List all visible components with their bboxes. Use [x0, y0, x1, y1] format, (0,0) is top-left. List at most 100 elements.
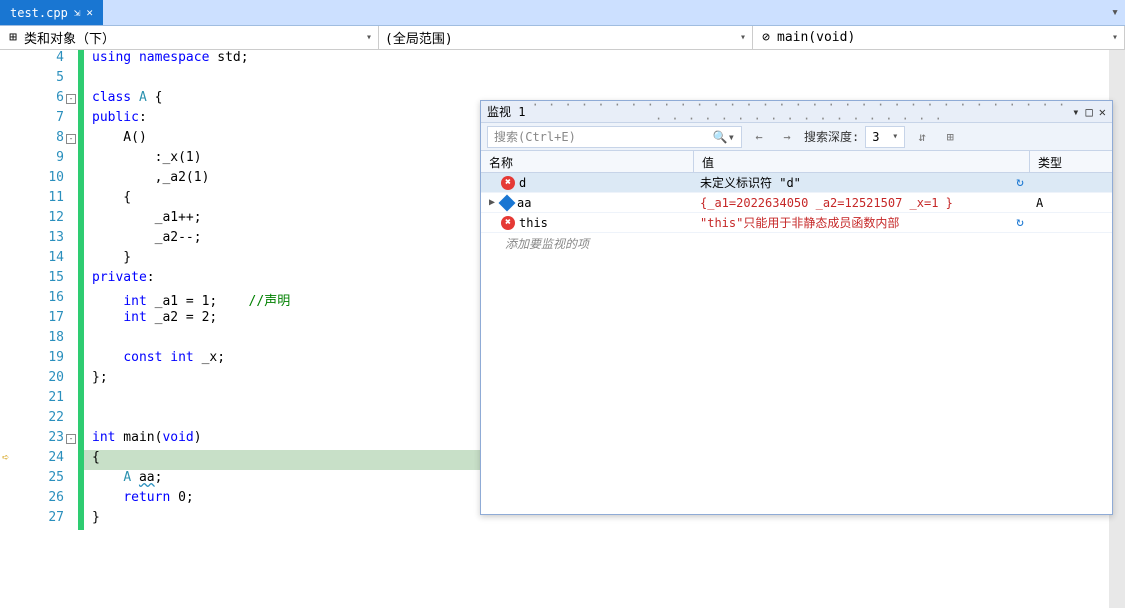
nav-forward-button[interactable]: → — [776, 126, 798, 148]
refresh-icon[interactable]: ↻ — [1016, 175, 1024, 190]
watch-name-cell[interactable]: ✖this — [481, 216, 694, 230]
code-text[interactable]: int _a1 = 1; //声明 — [84, 290, 290, 310]
col-name[interactable]: 名称 — [481, 151, 694, 172]
depth-combo[interactable]: 3 ▾ — [865, 126, 905, 148]
error-icon: ✖ — [501, 176, 515, 190]
pin-icon[interactable]: ⇲ — [74, 6, 81, 19]
code-text[interactable]: const int _x; — [84, 350, 225, 370]
line-number: 23- — [0, 430, 78, 450]
code-text[interactable]: int _a2 = 2; — [84, 310, 217, 330]
watch-value-cell[interactable]: {_a1=2022634050 _a2=12521507 _x=1 } — [694, 196, 1030, 210]
watch-value-cell[interactable]: "this"只能用于非静态成员函数内部 ↻ — [694, 214, 1030, 231]
chevron-down-icon: ▾ — [1112, 32, 1118, 43]
line-number: 13 — [0, 230, 78, 250]
depth-label: 搜索深度: — [804, 128, 859, 145]
code-text[interactable]: public: — [84, 110, 147, 130]
nav-back-button[interactable]: ← — [748, 126, 770, 148]
watch-body[interactable]: ✖d 未定义标识符 "d" ↻ ▶aa{_a1=2022634050 _a2=1252… — [481, 173, 1112, 514]
close-icon[interactable]: ✕ — [1099, 105, 1106, 119]
code-text[interactable]: { — [84, 190, 131, 210]
line-number: 4 — [0, 50, 78, 70]
line-number: 22 — [0, 410, 78, 430]
code-text[interactable]: _a2--; — [84, 230, 202, 250]
watch-value-cell[interactable]: 未定义标识符 "d" ↻ — [694, 174, 1030, 191]
project-icon: ⊞ — [6, 31, 20, 45]
close-icon[interactable]: ✕ — [86, 6, 93, 19]
line-number: 16 — [0, 290, 78, 310]
line-number: 24➪ — [0, 450, 78, 470]
search-input[interactable]: 搜索(Ctrl+E) 🔍▾ — [487, 126, 742, 148]
code-text[interactable]: } — [84, 250, 131, 270]
code-text[interactable] — [84, 70, 92, 90]
window-menu-icon[interactable]: ▾ — [1072, 105, 1079, 119]
line-number: 5 — [0, 70, 78, 90]
fold-toggle[interactable]: - — [66, 94, 76, 104]
toolbar-button-2[interactable]: ⊞ — [939, 126, 961, 148]
code-text[interactable]: { — [84, 450, 100, 470]
col-type[interactable]: 类型 — [1030, 151, 1112, 172]
code-text[interactable]: return 0; — [84, 490, 194, 510]
line-number: 21 — [0, 390, 78, 410]
tab-bar: test.cpp ⇲ ✕ ▾ — [0, 0, 1125, 26]
code-line[interactable]: 4 using namespace std; — [0, 50, 1125, 70]
tab-filename: test.cpp — [10, 6, 68, 20]
execution-pointer-icon: ➪ — [2, 450, 9, 464]
chevron-down-icon: ▾ — [892, 131, 898, 142]
watch-name-cell[interactable]: ✖d — [481, 176, 694, 190]
watch-toolbar: 搜索(Ctrl+E) 🔍▾ ← → 搜索深度: 3 ▾ ⇵ ⊞ — [481, 123, 1112, 151]
code-text[interactable]: using namespace std; — [84, 50, 249, 70]
watch-titlebar[interactable]: 监视 1 · · · · · · · · · · · · · · · · · ·… — [481, 101, 1112, 123]
scope-combo[interactable]: (全局范围) ▾ — [379, 26, 753, 49]
watch-row[interactable]: ✖this "this"只能用于非静态成员函数内部 ↻ — [481, 213, 1112, 233]
function-combo-text: main(void) — [777, 30, 855, 45]
code-line[interactable]: 5 — [0, 70, 1125, 90]
chevron-down-icon: ▾ — [740, 32, 746, 43]
watch-value: 未定义标识符 "d" — [700, 174, 801, 191]
project-combo[interactable]: ⊞ 类和对象（下） ▾ — [0, 26, 379, 49]
code-text[interactable]: :_x(1) — [84, 150, 202, 170]
toolbar-button-1[interactable]: ⇵ — [911, 126, 933, 148]
depth-value: 3 — [872, 130, 879, 144]
code-text[interactable]: _a1++; — [84, 210, 202, 230]
code-text[interactable]: }; — [84, 370, 108, 390]
line-number: 17 — [0, 310, 78, 330]
code-text[interactable]: A() — [84, 130, 147, 150]
search-icon[interactable]: 🔍▾ — [713, 130, 735, 144]
line-number: 11 — [0, 190, 78, 210]
code-text[interactable] — [84, 410, 92, 430]
code-text[interactable]: class A { — [84, 90, 162, 110]
maximize-icon[interactable]: □ — [1086, 105, 1093, 119]
project-combo-text: 类和对象（下） — [24, 28, 115, 47]
file-tab[interactable]: test.cpp ⇲ ✕ — [0, 0, 103, 25]
line-number: 12 — [0, 210, 78, 230]
line-number: 7 — [0, 110, 78, 130]
error-icon: ✖ — [501, 216, 515, 230]
function-combo[interactable]: ⊘ main(void) ▾ — [753, 26, 1125, 49]
scope-combo-text: (全局范围) — [385, 28, 453, 47]
fold-toggle[interactable]: - — [66, 134, 76, 144]
line-number: 10 — [0, 170, 78, 190]
code-text[interactable]: A aa; — [84, 470, 162, 490]
code-text[interactable]: int main(void) — [84, 430, 202, 450]
expand-toggle[interactable]: ▶ — [487, 197, 497, 208]
watch-row[interactable]: ▶aa{_a1=2022634050 _a2=12521507 _x=1 }A — [481, 193, 1112, 213]
watch-name-cell[interactable]: ▶aa — [481, 196, 694, 210]
code-text[interactable] — [84, 330, 92, 350]
watch-title-text: 监视 1 — [487, 103, 525, 120]
watch-row[interactable]: ✖d 未定义标识符 "d" ↻ — [481, 173, 1112, 193]
refresh-icon[interactable]: ↻ — [1016, 215, 1024, 230]
search-placeholder: 搜索(Ctrl+E) — [494, 128, 576, 145]
line-number: 8- — [0, 130, 78, 150]
col-value[interactable]: 值 — [694, 151, 1030, 172]
object-icon — [499, 194, 516, 211]
line-number: 6- — [0, 90, 78, 110]
fold-toggle[interactable]: - — [66, 434, 76, 444]
code-text[interactable]: private: — [84, 270, 155, 290]
code-text[interactable]: } — [84, 510, 100, 530]
tab-overflow-button[interactable]: ▾ — [1105, 0, 1125, 25]
watch-value: "this"只能用于非静态成员函数内部 — [700, 214, 899, 231]
code-text[interactable] — [84, 390, 92, 410]
add-watch-placeholder[interactable]: 添加要监视的项 — [481, 233, 1112, 254]
line-number: 19 — [0, 350, 78, 370]
code-text[interactable]: ,_a2(1) — [84, 170, 209, 190]
